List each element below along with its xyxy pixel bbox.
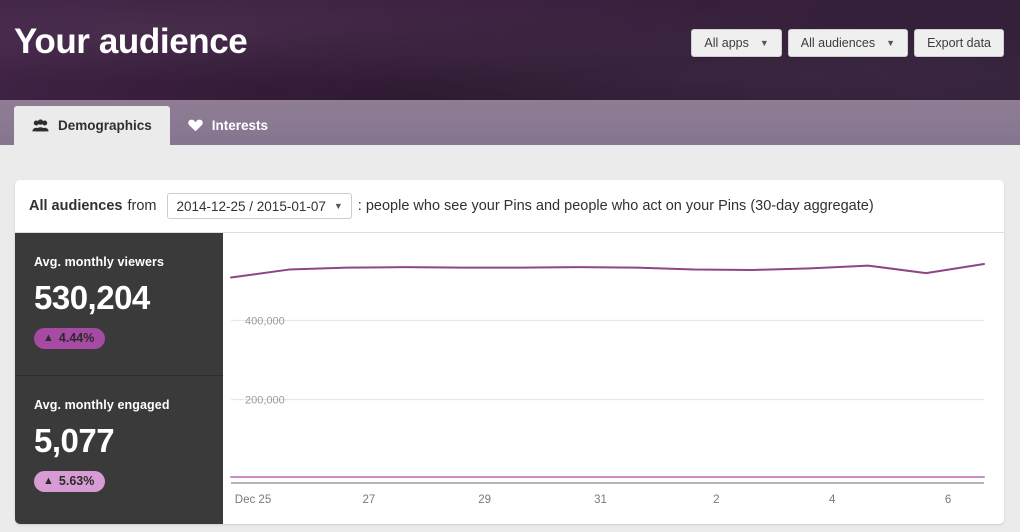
chart-x-tick-label: 6 [945,494,951,506]
all-apps-label: All apps [704,36,748,50]
metric-avg-monthly-engaged[interactable]: Avg. monthly engaged 5,077 ▲ 5.63% [15,375,223,517]
status-badge: ▲ 5.63% [34,471,105,492]
tab-interests-label: Interests [212,118,268,133]
chart-x-tick-label: Dec 25 [235,494,271,506]
tab-demographics[interactable]: Demographics [14,106,170,145]
chart-x-tick-label: 31 [594,494,607,506]
export-data-button[interactable]: Export data [914,29,1004,57]
metric-delta: 4.44% [59,331,94,345]
audience-chart[interactable]: 200,000 400,000 Dec 25 27 29 31 2 4 6 [223,233,1004,524]
date-range-value: 2014-12-25 / 2015-01-07 [176,199,325,214]
metric-value: 530,204 [34,279,223,317]
chevron-down-icon: ▼ [760,39,769,48]
heart-icon [188,119,203,132]
filter-from-label: from [127,198,156,214]
all-audiences-label: All audiences [801,36,875,50]
audience-card: All audiences from 2014-12-25 / 2015-01-… [15,180,1004,524]
metric-avg-monthly-viewers[interactable]: Avg. monthly viewers 530,204 ▲ 4.44% [15,233,223,375]
chart-y-tick-label: 400,000 [245,315,285,327]
chart-x-tick-label: 2 [713,494,719,506]
header-controls: All apps ▼ All audiences ▼ Export data [691,29,1004,57]
status-badge: ▲ 4.44% [34,328,105,349]
people-icon [32,119,49,132]
tab-interests[interactable]: Interests [170,106,286,145]
all-audiences-dropdown[interactable]: All audiences ▼ [788,29,908,57]
chevron-down-icon: ▼ [334,201,343,211]
filter-bar: All audiences from 2014-12-25 / 2015-01-… [15,180,1004,233]
export-data-label: Export data [927,36,991,50]
chart-y-tick-label: 200,000 [245,395,285,407]
metric-label: Avg. monthly engaged [34,398,223,412]
arrow-up-icon: ▲ [43,476,54,487]
metrics-panel: Avg. monthly viewers 530,204 ▲ 4.44% Avg… [15,233,223,524]
metric-label: Avg. monthly viewers [34,255,223,269]
filter-audience-label: All audiences [29,198,122,214]
date-range-dropdown[interactable]: 2014-12-25 / 2015-01-07 ▼ [167,193,351,219]
tab-bar: Demographics Interests [0,100,1020,145]
metric-value: 5,077 [34,422,223,460]
chart-x-tick-label: 29 [478,494,491,506]
filter-description: : people who see your Pins and people wh… [358,198,874,214]
chart-series-line [231,264,984,277]
card-body: Avg. monthly viewers 530,204 ▲ 4.44% Avg… [15,233,1004,524]
chart-x-tick-label: 4 [829,494,836,506]
audience-line-chart: 200,000 400,000 Dec 25 27 29 31 2 4 6 [223,233,1004,524]
page-header: Your audience All apps ▼ All audiences ▼… [0,0,1020,100]
tab-demographics-label: Demographics [58,118,152,133]
arrow-up-icon: ▲ [43,333,54,344]
chevron-down-icon: ▼ [886,39,895,48]
chart-x-tick-label: 27 [362,494,375,506]
page-title: Your audience [14,22,247,62]
all-apps-dropdown[interactable]: All apps ▼ [691,29,781,57]
metric-delta: 5.63% [59,474,94,488]
